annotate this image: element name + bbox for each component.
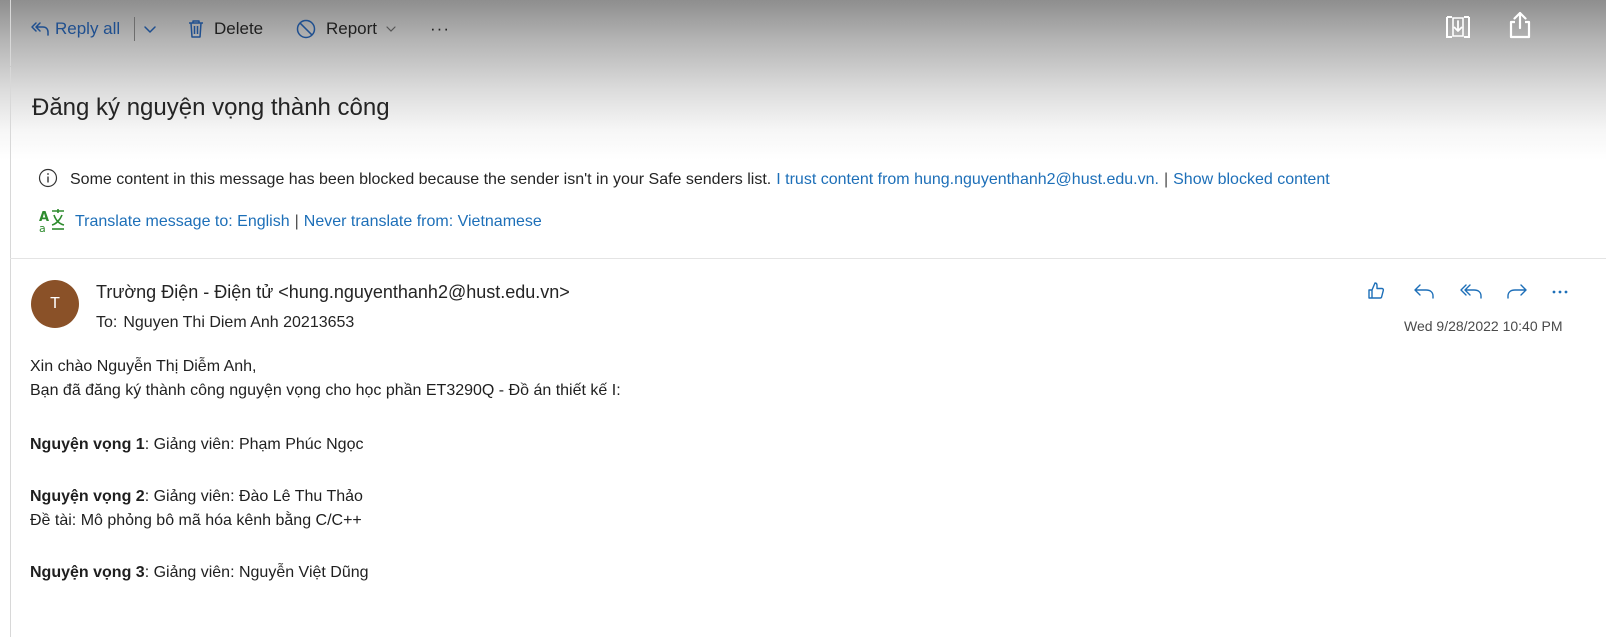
share-icon <box>1508 10 1532 40</box>
translate-message-link[interactable]: Translate message to: English <box>75 213 290 231</box>
intro-line: Bạn đã đăng ký thành công nguyện vọng ch… <box>30 382 621 399</box>
toolbar-divider <box>134 17 135 41</box>
message-date: Wed 9/28/2022 10:40 PM <box>1404 318 1563 334</box>
choice-label: Nguyện vọng 2 <box>30 488 145 505</box>
message-subject: Đăng ký nguyện vọng thành công <box>32 94 390 121</box>
reply-options-dropdown[interactable] <box>142 17 158 41</box>
svg-text:a: a <box>39 222 46 233</box>
more-actions-button[interactable]: ··· <box>430 17 450 41</box>
immersive-reader-button[interactable] <box>1444 15 1472 39</box>
chevron-down-icon <box>385 23 397 35</box>
translate-icon: A a <box>38 207 66 238</box>
like-icon[interactable] <box>1366 280 1388 307</box>
more-icon[interactable] <box>1550 280 1570 307</box>
translate-separator: | <box>294 213 299 230</box>
recipient-line: To: Nguyen Thi Diem Anh 20213653 <box>96 314 354 332</box>
choice-3: Nguyện vọng 3: Giảng viên: Nguyễn Việt D… <box>30 564 369 582</box>
delete-label: Delete <box>214 19 264 38</box>
to-label: To: <box>96 314 118 331</box>
report-button[interactable]: Report <box>296 17 397 41</box>
chevron-down-icon <box>142 21 158 37</box>
choice-2-topic: Đề tài: Mô phỏng bô mã hóa kênh bằng C/C… <box>30 512 362 529</box>
share-button[interactable] <box>1508 10 1532 40</box>
immersive-reader-icon <box>1444 14 1472 40</box>
message-toolbar: Reply all Delete Report ··· <box>10 0 1606 67</box>
choice-label: Nguyện vọng 3 <box>30 564 145 581</box>
block-icon <box>296 19 316 39</box>
trust-sender-link[interactable]: I trust content from hung.nguyenthanh2@h… <box>776 171 1159 189</box>
link-separator: | <box>1163 171 1169 188</box>
choice-detail: : Giảng viên: Nguyễn Việt Dũng <box>144 564 369 581</box>
never-translate-link[interactable]: Never translate from: Vietnamese <box>304 213 542 231</box>
reply-all-button[interactable]: Reply all <box>30 17 120 41</box>
choice-label: Nguyện vọng 1 <box>30 436 145 453</box>
header-divider <box>10 258 1606 259</box>
info-icon <box>38 168 58 193</box>
choice-1: Nguyện vọng 1: Giảng viên: Phạm Phúc Ngọ… <box>30 436 363 454</box>
translate-bar: A a Translate message to: English | Neve… <box>38 207 542 238</box>
choice-detail: : Giảng viên: Đào Lê Thu Thảo <box>144 488 363 505</box>
reply-all-icon[interactable] <box>1459 280 1483 307</box>
trash-icon <box>188 19 204 39</box>
reply-all-label: Reply all <box>55 19 121 38</box>
reply-icon[interactable] <box>1412 280 1436 307</box>
delete-button[interactable]: Delete <box>188 17 263 41</box>
choice-2: Nguyện vọng 2: Giảng viên: Đào Lê Thu Th… <box>30 488 363 506</box>
reply-all-icon <box>30 20 50 38</box>
more-icon: ··· <box>430 19 450 38</box>
choice-detail: : Giảng viên: Phạm Phúc Ngọc <box>144 436 364 453</box>
sender-name[interactable]: Trường Điện - Điện tử <hung.nguyenthanh2… <box>96 282 570 303</box>
blocked-notice-text: Some content in this message has been bl… <box>70 171 772 188</box>
forward-icon[interactable] <box>1505 280 1529 307</box>
reading-pane-border <box>10 0 11 637</box>
avatar[interactable]: T <box>31 280 79 328</box>
blocked-content-notice: Some content in this message has been bl… <box>38 168 1330 192</box>
show-blocked-content-link[interactable]: Show blocked content <box>1173 171 1330 189</box>
recipient-name[interactable]: Nguyen Thi Diem Anh 20213653 <box>123 314 354 331</box>
greeting: Xin chào Nguyễn Thị Diễm Anh, <box>30 358 257 375</box>
report-label: Report <box>326 19 378 38</box>
